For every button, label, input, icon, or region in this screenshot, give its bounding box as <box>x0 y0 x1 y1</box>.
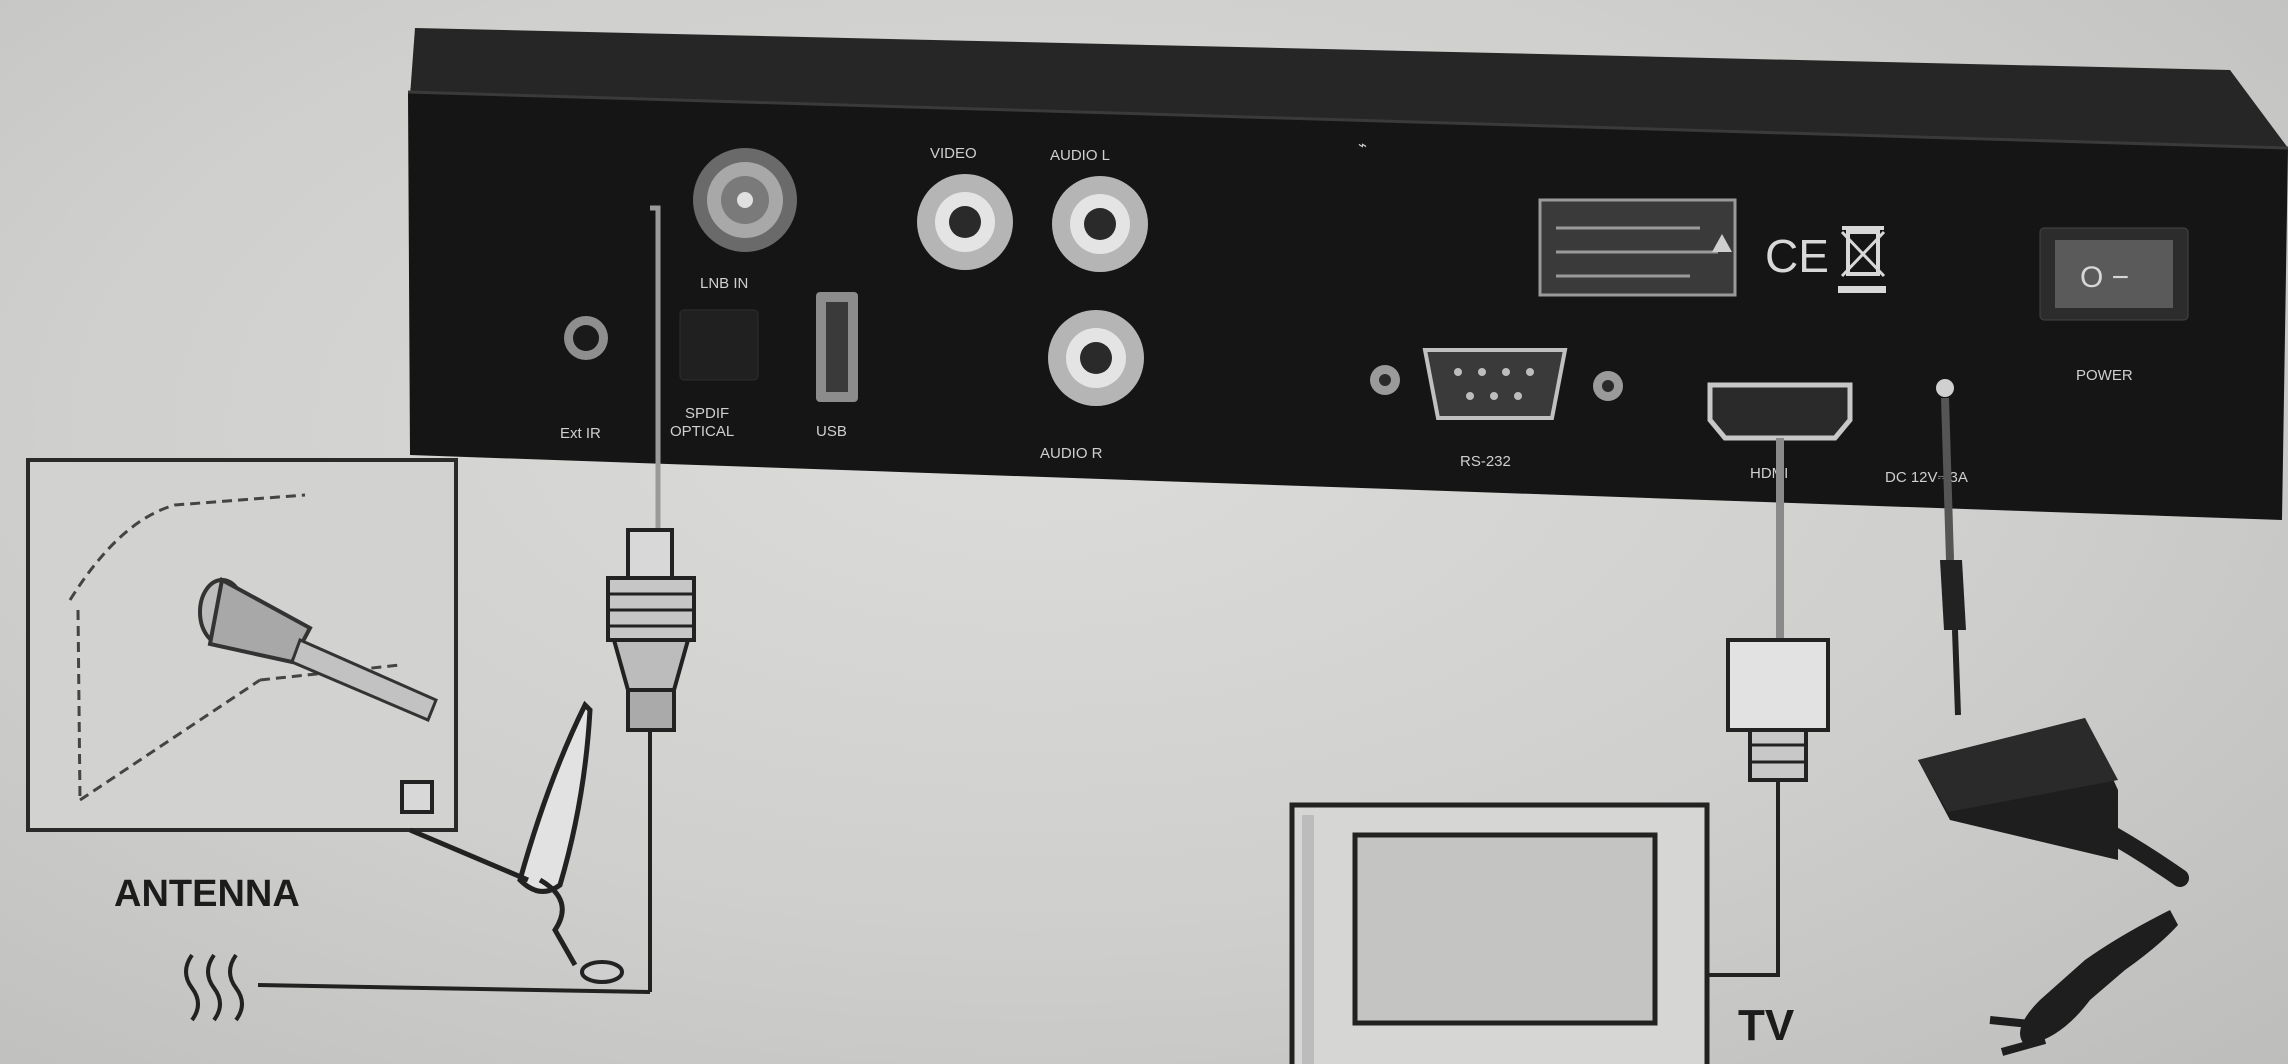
usb-label: USB <box>816 423 847 440</box>
power-switch-symbols: O − <box>2080 261 2129 294</box>
power-label: POWER <box>2076 367 2133 384</box>
receiver-back-panel <box>408 92 2288 520</box>
ext-ir-label: Ext IR <box>560 425 601 442</box>
rs232-label: RS-232 <box>1460 453 1511 470</box>
connection-diagram: Ext IR LNB IN SPDIF OPTICAL USB VIDEO AU… <box>26 28 2288 1064</box>
video-label: VIDEO <box>930 145 977 162</box>
rating-sticker <box>1538 198 1737 297</box>
antenna-label: ANTENNA <box>114 873 300 915</box>
spdif-label: SPDIF <box>685 405 729 422</box>
receiver-device: Ext IR LNB IN SPDIF OPTICAL USB VIDEO AU… <box>407 28 2288 520</box>
audio-r-label: AUDIO R <box>1040 445 1103 462</box>
lnb-in-label: LNB IN <box>700 275 748 292</box>
tv-label: TV <box>1738 1001 1795 1050</box>
hdmi-cable <box>1708 438 1830 977</box>
audio-l-label: AUDIO L <box>1050 147 1110 164</box>
dc-in-label: DC 12V⎓3A <box>1885 469 1968 486</box>
tv-illustration <box>1289 802 1710 1064</box>
svg-text:⌁: ⌁ <box>1358 137 1367 154</box>
power-plug-icon <box>1989 910 2178 1056</box>
optical-label: OPTICAL <box>670 423 734 440</box>
antenna-callout <box>26 458 458 832</box>
signal-wave-icon <box>184 953 244 1022</box>
ce-mark: CE <box>1765 230 1829 282</box>
